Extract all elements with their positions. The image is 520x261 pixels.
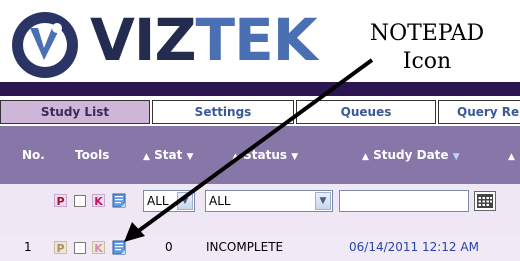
notepad-callout: NOTEPAD Icon bbox=[352, 20, 502, 76]
notepad-icon[interactable] bbox=[112, 240, 126, 255]
key-k-icon[interactable]: K bbox=[92, 194, 105, 208]
priority-p-icon[interactable]: P bbox=[54, 194, 67, 208]
column-stat[interactable]: ▲ Stat ▼ bbox=[143, 126, 193, 184]
column-stat-label: Stat bbox=[154, 148, 183, 162]
row-select-checkbox[interactable] bbox=[74, 242, 86, 254]
app-header: VIZTEK NOTEPAD Icon bbox=[0, 0, 520, 80]
sort-asc-icon: ▲ bbox=[508, 152, 515, 162]
callout-line-1: NOTEPAD bbox=[369, 21, 485, 46]
sort-desc-icon: ▼ bbox=[452, 152, 460, 162]
tab-query-retrieve[interactable]: Query Re bbox=[438, 100, 520, 124]
row-status: INCOMPLETE bbox=[206, 240, 284, 254]
tab-queues[interactable]: Queues bbox=[296, 100, 436, 124]
sort-desc-icon: ▼ bbox=[186, 152, 194, 162]
chevron-down-icon[interactable]: ▼ bbox=[315, 192, 331, 210]
table-row[interactable]: 1 P K 0 INCOMPLETE 06/14/2011 12:12 AM bbox=[0, 234, 520, 261]
callout-line-2: Icon bbox=[402, 49, 452, 74]
priority-p-icon[interactable]: P bbox=[54, 241, 67, 255]
column-next-sort[interactable]: ▲ bbox=[508, 126, 515, 184]
column-tools: Tools bbox=[75, 148, 110, 162]
study-grid-header: No. Tools ▲ Stat ▼ ▲ Status ▼ ▲ Study Da… bbox=[0, 126, 520, 184]
logo-wordmark-tek: TEK bbox=[195, 6, 318, 74]
status-filter-select[interactable]: ALL ▼ bbox=[205, 190, 333, 212]
tab-bar: Study List Settings Queues Query Re bbox=[0, 98, 520, 124]
viztek-study-list-screen: VIZTEK NOTEPAD Icon Study List Settings … bbox=[0, 0, 520, 261]
sort-asc-icon: ▲ bbox=[362, 152, 369, 162]
calendar-icon[interactable] bbox=[474, 191, 496, 211]
filter-row: P K ALL ▼ ALL ▼ bbox=[0, 184, 520, 234]
sort-asc-icon: ▲ bbox=[143, 152, 150, 162]
row-number: 1 bbox=[24, 240, 32, 254]
column-status-label: Status bbox=[243, 148, 288, 162]
column-no: No. bbox=[22, 148, 45, 162]
chevron-down-icon[interactable]: ▼ bbox=[177, 192, 193, 210]
column-study-date-label: Study Date bbox=[373, 148, 449, 162]
stat-filter-value: ALL bbox=[147, 194, 169, 208]
row-stat: 0 bbox=[165, 240, 173, 254]
stat-filter-select[interactable]: ALL ▼ bbox=[143, 190, 195, 212]
sort-asc-icon: ▲ bbox=[232, 152, 239, 162]
tab-study-list[interactable]: Study List bbox=[0, 100, 150, 124]
column-study-date[interactable]: ▲ Study Date ▼ bbox=[362, 126, 460, 184]
column-status[interactable]: ▲ Status ▼ bbox=[232, 126, 298, 184]
viztek-logo-icon bbox=[12, 12, 78, 78]
select-checkbox[interactable] bbox=[74, 195, 86, 207]
tab-settings[interactable]: Settings bbox=[152, 100, 294, 124]
study-date-filter-input[interactable] bbox=[339, 190, 469, 212]
row-study-date[interactable]: 06/14/2011 12:12 AM bbox=[349, 234, 479, 261]
key-k-icon[interactable]: K bbox=[92, 241, 105, 255]
logo-wordmark-viz: VIZ bbox=[90, 6, 197, 74]
sort-desc-icon: ▼ bbox=[291, 152, 299, 162]
logo-wordmark: VIZTEK bbox=[90, 2, 318, 78]
status-filter-value: ALL bbox=[209, 194, 231, 208]
header-divider-bar bbox=[0, 82, 520, 96]
notepad-icon[interactable] bbox=[112, 193, 126, 208]
